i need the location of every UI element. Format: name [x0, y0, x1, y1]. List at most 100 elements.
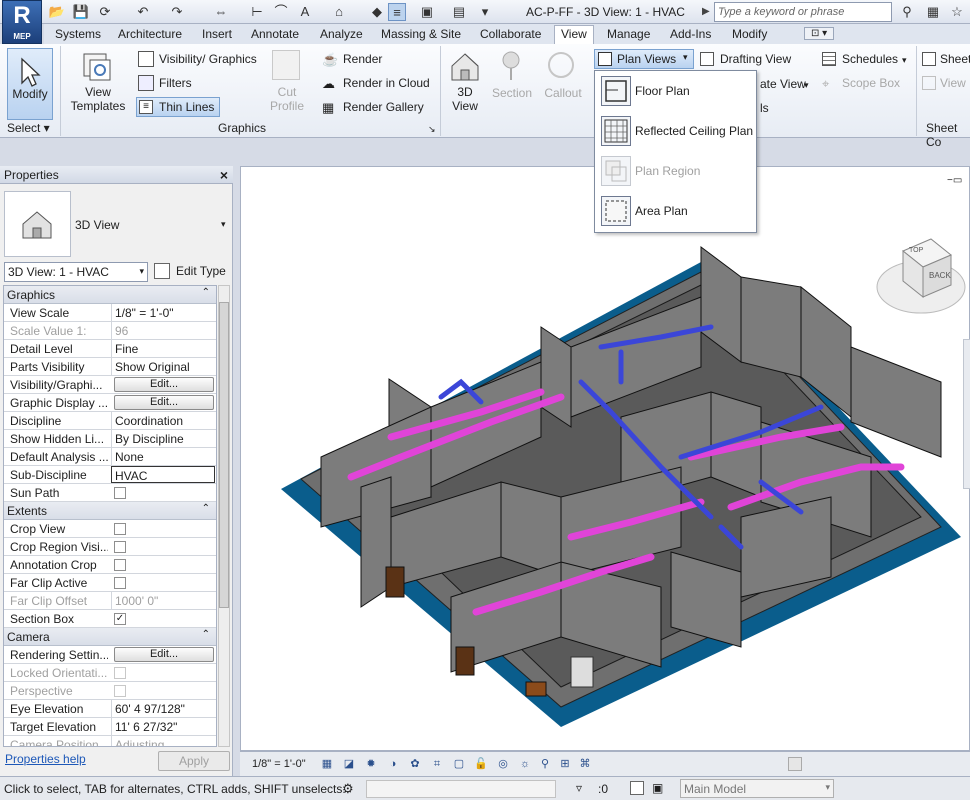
- prop-value[interactable]: 60' 4 97/128": [111, 700, 215, 717]
- checkbox[interactable]: [114, 559, 126, 571]
- temporary-hide-icon[interactable]: ◎: [496, 757, 510, 771]
- menu-item-reflected-ceiling-plan[interactable]: Reflected Ceiling Plan: [599, 113, 754, 149]
- prop-view-scale[interactable]: View Scale 1/8" = 1'-0": [4, 304, 216, 322]
- section-camera[interactable]: Camera ⌃: [4, 628, 216, 646]
- checkbox-checked[interactable]: ✓: [114, 613, 126, 625]
- crop-region-icon[interactable]: ▢: [452, 757, 466, 771]
- checkbox[interactable]: [114, 577, 126, 589]
- duplicate-view-button[interactable]: ate View: [760, 77, 806, 91]
- tag-icon[interactable]: ⌒: [272, 3, 290, 21]
- tab-add-ins[interactable]: Add-Ins: [670, 27, 711, 41]
- chevron-down-icon[interactable]: ▾: [221, 219, 226, 230]
- prop-value[interactable]: By Discipline: [111, 430, 215, 447]
- search-expand-icon[interactable]: ▶: [702, 2, 714, 22]
- viewcube-back-face[interactable]: BACK: [929, 271, 951, 280]
- communication-center-icon[interactable]: ▦: [924, 3, 942, 21]
- collapse-icon[interactable]: ⌃: [202, 503, 210, 514]
- default-3d-view-icon[interactable]: ⌂: [330, 3, 348, 21]
- 3d-view-canvas[interactable]: TOP BACK −▭: [240, 166, 970, 751]
- sub-discipline-input[interactable]: HVAC: [111, 466, 215, 483]
- detail-level-icon[interactable]: ▦: [320, 757, 334, 771]
- close-icon[interactable]: ×: [220, 167, 228, 183]
- prop-crop-view[interactable]: Crop View: [4, 520, 216, 538]
- collapse-icon[interactable]: ⌃: [202, 287, 210, 298]
- reveal-hidden-icon[interactable]: ☼: [518, 757, 532, 771]
- worksets-icon[interactable]: ⚙: [342, 781, 354, 797]
- scope-box-button[interactable]: Scope Box: [842, 76, 900, 90]
- 3d-view-button[interactable]: 3D View: [450, 85, 480, 113]
- thin-lines-icon[interactable]: ≡: [388, 3, 406, 21]
- sun-path-icon[interactable]: ✹: [364, 757, 378, 771]
- measure-icon[interactable]: ⇔: [212, 3, 230, 21]
- tab-view[interactable]: View: [554, 25, 594, 44]
- edit-button[interactable]: Edit...: [114, 377, 214, 392]
- redo-icon[interactable]: ↷: [168, 3, 186, 21]
- thin-lines-button[interactable]: ≡ Thin Lines: [136, 97, 220, 117]
- checkbox[interactable]: [114, 523, 126, 535]
- sheet-button[interactable]: Sheet: [940, 52, 970, 66]
- filter-icon[interactable]: ▿: [576, 781, 582, 795]
- tab-systems[interactable]: Systems: [55, 27, 101, 41]
- prop-parts-visibility[interactable]: Parts Visibility Show Original: [4, 358, 216, 376]
- house-3d-icon[interactable]: [448, 50, 482, 82]
- prop-crop-region-visible[interactable]: Crop Region Visi...: [4, 538, 216, 556]
- prop-value[interactable]: Fine: [111, 340, 215, 357]
- tab-manage[interactable]: Manage: [607, 27, 650, 41]
- scrollbar-thumb[interactable]: [219, 302, 229, 608]
- checkbox[interactable]: [114, 487, 126, 499]
- apply-button[interactable]: Apply: [158, 751, 230, 771]
- prop-detail-level[interactable]: Detail Level Fine: [4, 340, 216, 358]
- text-icon[interactable]: A: [296, 3, 314, 21]
- search-input[interactable]: Type a keyword or phrase: [714, 2, 892, 22]
- view-templates-button[interactable]: View Templates: [68, 85, 128, 113]
- cut-profile-button[interactable]: Cut Profile: [262, 85, 312, 113]
- switch-windows-icon[interactable]: ▤: [450, 3, 468, 21]
- prop-section-box[interactable]: Section Box ✓: [4, 610, 216, 628]
- menu-item-area-plan[interactable]: Area Plan: [599, 193, 754, 229]
- select-group-label[interactable]: Select ▾: [7, 121, 50, 135]
- menu-item-floor-plan[interactable]: Floor Plan: [599, 73, 754, 109]
- prop-far-clip-active[interactable]: Far Clip Active: [4, 574, 216, 592]
- view-scale-control[interactable]: 1/8" = 1'-0": [252, 758, 306, 770]
- view-templates-icon[interactable]: [80, 50, 114, 84]
- active-design-option[interactable]: Main Model ▾: [680, 779, 834, 798]
- prop-show-hidden-lines[interactable]: Show Hidden Li... By Discipline: [4, 430, 216, 448]
- prop-value[interactable]: None: [111, 448, 215, 465]
- schedules-button[interactable]: Schedules: [842, 52, 898, 66]
- prop-target-elevation[interactable]: Target Elevation 11' 6 27/32": [4, 718, 216, 736]
- visibility-graphics-button[interactable]: Visibility/ Graphics: [159, 52, 257, 66]
- tab-architecture[interactable]: Architecture: [118, 27, 182, 41]
- tab-collaborate[interactable]: Collaborate: [480, 27, 541, 41]
- section-icon[interactable]: ◆: [368, 3, 386, 21]
- type-name[interactable]: 3D View: [75, 218, 119, 232]
- tab-insert[interactable]: Insert: [202, 27, 232, 41]
- editable-only-icon[interactable]: [630, 781, 644, 795]
- tab-analyze[interactable]: Analyze: [320, 27, 363, 41]
- ribbon-minimize-icon[interactable]: ⊡ ▾: [804, 27, 835, 40]
- rendering-icon[interactable]: ✿: [408, 757, 422, 771]
- viewcube-top-face[interactable]: TOP: [909, 247, 923, 254]
- binoculars-icon[interactable]: ⚲: [898, 3, 916, 21]
- worksharing-display-icon[interactable]: ⚲: [538, 757, 552, 771]
- crop-view-icon[interactable]: ⌗: [430, 757, 444, 771]
- navigation-bar[interactable]: [963, 339, 970, 489]
- viewcube[interactable]: TOP BACK: [873, 229, 970, 319]
- section-button[interactable]: Section: [490, 86, 534, 100]
- select-links-icon[interactable]: ▣: [652, 781, 663, 795]
- prop-value[interactable]: 1/8" = 1'-0": [111, 304, 215, 321]
- app-logo[interactable]: R MEP: [2, 0, 42, 44]
- instance-selector[interactable]: 3D View: 1 - HVAC ▾: [4, 262, 148, 282]
- prop-annotation-crop[interactable]: Annotation Crop: [4, 556, 216, 574]
- prop-value[interactable]: Show Original: [111, 358, 215, 375]
- save-icon[interactable]: 💾: [72, 3, 90, 21]
- properties-help-link[interactable]: Properties help: [5, 752, 86, 766]
- place-view-button[interactable]: View: [940, 76, 966, 90]
- drafting-view-button[interactable]: Drafting View: [720, 52, 791, 66]
- edit-button[interactable]: Edit...: [114, 395, 214, 410]
- render-button[interactable]: Render: [343, 52, 382, 66]
- render-gallery-button[interactable]: Render Gallery: [343, 100, 424, 114]
- prop-value[interactable]: Coordination: [111, 412, 215, 429]
- section-extents[interactable]: Extents ⌃: [4, 502, 216, 520]
- edit-type-button[interactable]: Edit Type: [176, 264, 226, 278]
- edit-button[interactable]: Edit...: [114, 647, 214, 662]
